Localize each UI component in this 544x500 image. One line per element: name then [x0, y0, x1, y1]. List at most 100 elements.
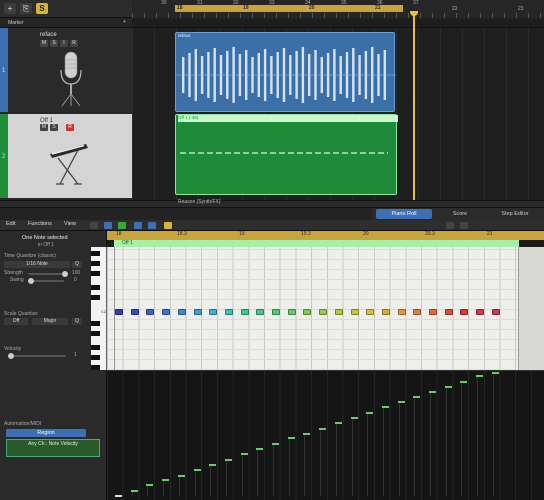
time-quantize-label: Time Quantize (classic) — [4, 253, 57, 259]
swing-slider-knob[interactable] — [28, 278, 34, 284]
quantize-select[interactable]: 1/16 Note — [4, 261, 70, 268]
black-key[interactable] — [91, 321, 100, 326]
region-end-line — [518, 247, 519, 370]
piano-roll-grid-outside[interactable] — [519, 247, 544, 370]
automation-parameter-select[interactable]: Any Ch.: Note Velocity — [6, 439, 100, 457]
black-key[interactable] — [91, 261, 100, 266]
velocity-slider-knob[interactable] — [8, 353, 14, 359]
audio-region[interactable]: reface — [175, 32, 396, 112]
mute-button[interactable]: M — [40, 40, 48, 47]
tab-piano-roll[interactable]: Piano Roll — [376, 209, 432, 219]
midi-region[interactable]: Off 1 (-36) — [175, 114, 398, 195]
strength-slider[interactable] — [28, 273, 64, 275]
collapse-mode-icon[interactable] — [148, 222, 156, 229]
pointer-tool-icon[interactable] — [446, 222, 454, 229]
ruler-number: 19 — [239, 231, 245, 237]
tab-step-editor[interactable]: Step Editor — [488, 209, 542, 219]
swing-label: Swing — [10, 277, 24, 283]
region-name: Off 1 — [122, 240, 133, 246]
add-marker-icon[interactable]: + — [123, 19, 126, 25]
mute-button[interactable]: M — [40, 124, 48, 131]
split-divider[interactable]: Reason (Synth/FX) — [0, 199, 544, 208]
cycle-number: 18 — [177, 5, 183, 11]
strength-slider-knob[interactable] — [62, 271, 68, 277]
menu-view[interactable]: View — [64, 221, 76, 227]
black-key[interactable] — [91, 295, 100, 300]
velocity-automation-lane[interactable] — [107, 370, 544, 500]
scale-type-select[interactable]: Major — [32, 318, 68, 325]
cycle-number: 21 — [375, 5, 381, 11]
ruler-number: 18.3 — [177, 231, 187, 237]
time-quantize-icon[interactable] — [164, 222, 172, 229]
record-enable-button[interactable]: R — [66, 124, 74, 131]
audio-waveform — [176, 47, 396, 103]
duplicate-track-button[interactable]: ⎘ — [20, 3, 32, 14]
add-track-button[interactable]: + — [4, 3, 16, 14]
black-key[interactable] — [91, 365, 100, 370]
black-key[interactable] — [91, 251, 100, 256]
solo-button[interactable]: S — [50, 124, 58, 131]
piano-roll-grid[interactable] — [107, 247, 519, 370]
marker-track-lane[interactable] — [132, 18, 544, 28]
track-name[interactable]: reface — [40, 32, 57, 38]
cycle-region[interactable]: 18 19 20 21 — [175, 5, 403, 12]
pencil-tool-icon[interactable] — [460, 222, 468, 229]
key-label: C2 — [101, 309, 107, 314]
editor-header — [0, 208, 372, 220]
black-key[interactable] — [91, 345, 100, 350]
menu-functions[interactable]: Functions — [28, 221, 52, 227]
piano-keyboard[interactable]: C2 — [91, 247, 107, 370]
editor-tabs: Piano Roll Score Step Editor — [372, 208, 544, 220]
selection-title: One Note selected — [22, 235, 68, 241]
automation-region-select[interactable]: Region — [6, 429, 86, 437]
record-enable-button[interactable]: R — [70, 40, 78, 47]
input-monitor-button[interactable]: I — [60, 40, 68, 47]
link-icon[interactable] — [118, 222, 126, 229]
velocity-value[interactable]: 1 — [74, 352, 77, 358]
marker-track-header[interactable]: Marker + — [0, 18, 132, 28]
black-key[interactable] — [91, 355, 100, 360]
ruler-number: 18 — [116, 231, 122, 237]
track-headers: 1 reface M S I R 2 Off 1 M S R — [0, 28, 132, 200]
ruler-number: 20.3 — [425, 231, 435, 237]
region-title: Off 1 (-36) — [178, 115, 398, 122]
editor-toolbar: Edit Functions View — [0, 220, 544, 231]
cycle-number: 20 — [309, 5, 315, 11]
ruler-number: 19.3 — [301, 231, 311, 237]
tab-score[interactable]: Score — [434, 209, 486, 219]
quantize-button[interactable]: Q — [72, 261, 82, 268]
solo-button[interactable]: S — [36, 3, 48, 14]
ruler-number: 20 — [363, 231, 369, 237]
track-number: 2 — [2, 154, 6, 160]
arrange-toolbar: + ⎘ S — [0, 0, 132, 18]
solo-button[interactable]: S — [50, 40, 58, 47]
scale-quantize-button[interactable]: Q — [72, 318, 82, 325]
track-label: Reason (Synth/FX) — [178, 199, 221, 205]
show-local-inspector-icon[interactable] — [134, 222, 142, 229]
velocity-label: Velocity — [4, 346, 22, 352]
piano-roll-region-header[interactable]: Off 1 — [114, 240, 519, 247]
ruler-number: 30 — [161, 0, 167, 6]
playhead[interactable] — [413, 13, 415, 201]
piano-roll-ruler[interactable]: 18 18.3 19 19.3 20 20.3 21 — [107, 231, 544, 240]
region-title: reface — [178, 33, 191, 38]
velocity-slider[interactable] — [8, 355, 66, 357]
selection-subtitle: in Off 1 — [38, 242, 55, 248]
track-number: 1 — [2, 68, 6, 74]
menu-edit[interactable]: Edit — [6, 221, 15, 227]
track-header-selected[interactable]: 2 Off 1 M S R — [0, 114, 132, 198]
black-key[interactable] — [91, 285, 100, 290]
region-start-line — [114, 247, 115, 370]
microphone-icon — [60, 51, 82, 107]
automation-label: Automation/MIDI — [4, 421, 42, 427]
cycle-number: 19 — [243, 5, 249, 11]
track-header[interactable]: 1 reface M S I R — [0, 28, 132, 112]
swing-value[interactable]: 0 — [74, 277, 77, 283]
ruler-number: 23 — [518, 6, 524, 12]
midi-in-icon[interactable] — [90, 222, 98, 229]
strength-value[interactable]: 100 — [72, 270, 80, 276]
catch-icon[interactable] — [104, 222, 112, 229]
scale-root-select[interactable]: Off — [4, 318, 28, 325]
black-key[interactable] — [91, 331, 100, 336]
black-key[interactable] — [91, 271, 100, 276]
